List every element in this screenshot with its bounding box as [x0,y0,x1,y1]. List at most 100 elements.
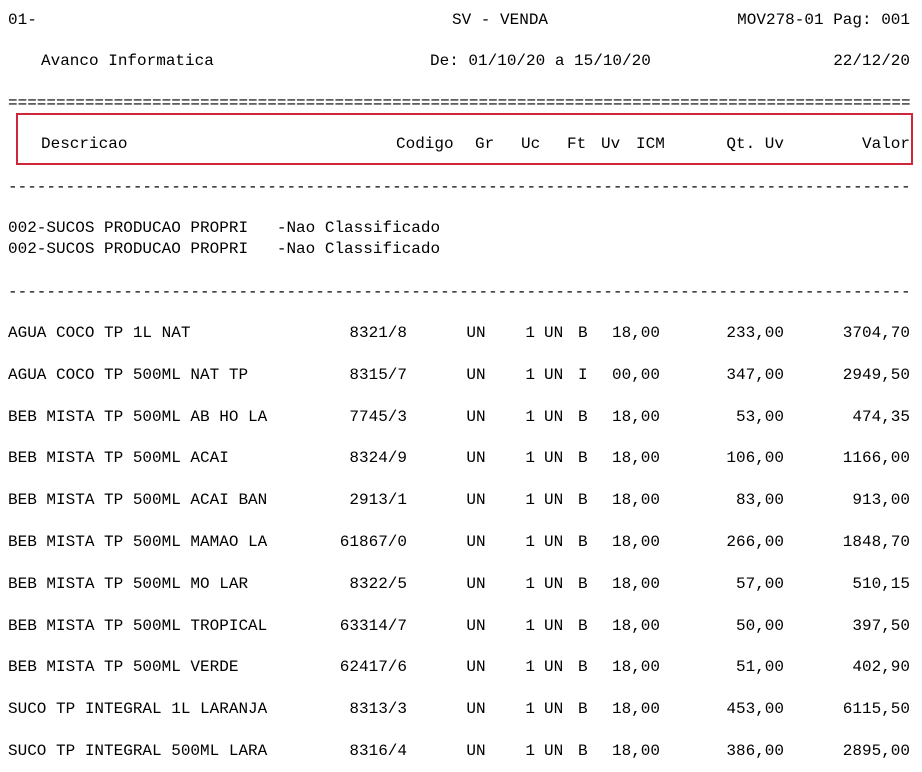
cell-qt-uv: 453,00 [726,700,784,718]
cell-uc: 1 [525,617,535,635]
cell-uv: B [578,742,588,760]
table-row: AGUA COCO TP 500ML NAT TP 8315/7 UN 1 UN I 00,… [0,365,922,385]
table-row: BEB MISTA TP 500ML ACAI BAN 2913/1 UN 1 UN B 1… [0,490,922,510]
cell-valor: 3704,70 [842,324,910,342]
cell-qt-uv: 347,00 [726,366,784,384]
cell-codigo: 2913/1 [349,491,407,509]
cell-uv: B [578,324,588,342]
cell-gr: UN [466,366,486,384]
cell-icm: 18,00 [611,575,660,593]
cell-ft: UN [544,408,564,426]
cell-codigo: 63314/7 [339,617,407,635]
cell-qt-uv: 386,00 [726,742,784,760]
cell-uc: 1 [525,491,535,509]
cell-codigo: 8321/8 [349,324,407,342]
cell-qt-uv: 106,00 [726,449,784,467]
cell-ft: UN [544,617,564,635]
cell-gr: UN [466,324,486,342]
cell-descricao: SUCO TP INTEGRAL 500ML LARA [8,742,268,760]
cell-gr: UN [466,658,486,676]
table-row: AGUA COCO TP 1L NAT 8321/8 UN 1 UN B 18,00 233,… [0,323,922,343]
cell-uc: 1 [525,366,535,384]
cell-valor: 397,50 [852,617,910,635]
cell-icm: 18,00 [611,449,660,467]
group-line: 002-SUCOS PRODUCAO PROPRI -Nao Classific… [8,219,441,237]
cell-codigo: 8313/3 [349,700,407,718]
cell-qt-uv: 53,00 [735,408,784,426]
table-row: BEB MISTA TP 500ML MO LAR 8322/5 UN 1 UN B 18,… [0,574,922,594]
cell-uv: I [578,366,588,384]
cell-uc: 1 [525,449,535,467]
col-icm: ICM [636,135,665,153]
cell-valor: 1166,00 [842,449,910,467]
cell-icm: 00,00 [611,366,660,384]
cell-gr: UN [466,742,486,760]
cell-codigo: 7745/3 [349,408,407,426]
cell-valor: 6115,50 [842,700,910,718]
table-row: SUCO TP INTEGRAL 1L LARANJA 8313/3 UN 1 UN B 1… [0,699,922,719]
cell-gr: UN [466,533,486,551]
cell-ft: UN [544,366,564,384]
cell-gr: UN [466,700,486,718]
cell-descricao: BEB MISTA TP 500ML VERDE [8,658,239,676]
cell-valor: 1848,70 [842,533,910,551]
cell-valor: 474,35 [852,408,910,426]
report-title: SV - VENDA [452,11,549,29]
cell-valor: 510,15 [852,575,910,593]
cell-descricao: BEB MISTA TP 500ML MAMAO LA [8,533,268,551]
single-rule: ----------------------------------------… [8,178,910,196]
cell-icm: 18,00 [611,742,660,760]
cell-ft: UN [544,575,564,593]
print-date: 22/12/20 [833,52,910,70]
cell-uv: B [578,658,588,676]
cell-descricao: AGUA COCO TP 500ML NAT TP [8,366,249,384]
cell-descricao: BEB MISTA TP 500ML ACAI BAN [8,491,268,509]
cell-descricao: BEB MISTA TP 500ML TROPICAL [8,617,268,635]
cell-icm: 18,00 [611,533,660,551]
cell-gr: UN [466,449,486,467]
cell-valor: 402,90 [852,658,910,676]
col-codigo: Codigo [396,135,454,153]
cell-gr: UN [466,491,486,509]
col-gr: Gr [475,135,495,153]
cell-qt-uv: 83,00 [735,491,784,509]
cell-qt-uv: 233,00 [726,324,784,342]
cell-ft: UN [544,533,564,551]
col-valor: Valor [861,135,910,153]
cell-ft: UN [544,658,564,676]
double-rule: ========================================… [8,94,910,112]
cell-ft: UN [544,491,564,509]
cell-uc: 1 [525,408,535,426]
cell-icm: 18,00 [611,617,660,635]
table-row: BEB MISTA TP 500ML TROPICAL 63314/7 UN 1 UN B… [0,616,922,636]
col-descricao: Descricao [41,135,128,153]
cell-gr: UN [466,575,486,593]
page-code: 01- [8,11,37,29]
cell-qt-uv: 51,00 [735,658,784,676]
cell-icm: 18,00 [611,324,660,342]
company-name: Avanco Informatica [41,52,214,70]
cell-uv: B [578,533,588,551]
cell-uv: B [578,575,588,593]
cell-icm: 18,00 [611,658,660,676]
table-row: SUCO TP INTEGRAL 500ML LARA 8316/4 UN 1 UN B 1… [0,741,922,761]
cell-uv: B [578,491,588,509]
cell-uv: B [578,449,588,467]
cell-gr: UN [466,408,486,426]
report-period: De: 01/10/20 a 15/10/20 [430,52,651,70]
cell-qt-uv: 50,00 [735,617,784,635]
cell-ft: UN [544,449,564,467]
cell-valor: 913,00 [852,491,910,509]
cell-codigo: 8324/9 [349,449,407,467]
cell-codigo: 61867/0 [339,533,407,551]
table-row: BEB MISTA TP 500ML AB HO LA 7745/3 UN 1 UN B 1… [0,407,922,427]
cell-uc: 1 [525,700,535,718]
cell-gr: UN [466,617,486,635]
col-uc: Uc [521,135,541,153]
table-row: BEB MISTA TP 500ML ACAI 8324/9 UN 1 UN B 18,00… [0,448,922,468]
group-line: 002-SUCOS PRODUCAO PROPRI -Nao Classific… [8,240,441,258]
cell-ft: UN [544,742,564,760]
table-row: BEB MISTA TP 500ML MAMAO LA 61867/0 UN 1 UN B… [0,532,922,552]
cell-uc: 1 [525,742,535,760]
single-rule: ----------------------------------------… [8,283,910,301]
